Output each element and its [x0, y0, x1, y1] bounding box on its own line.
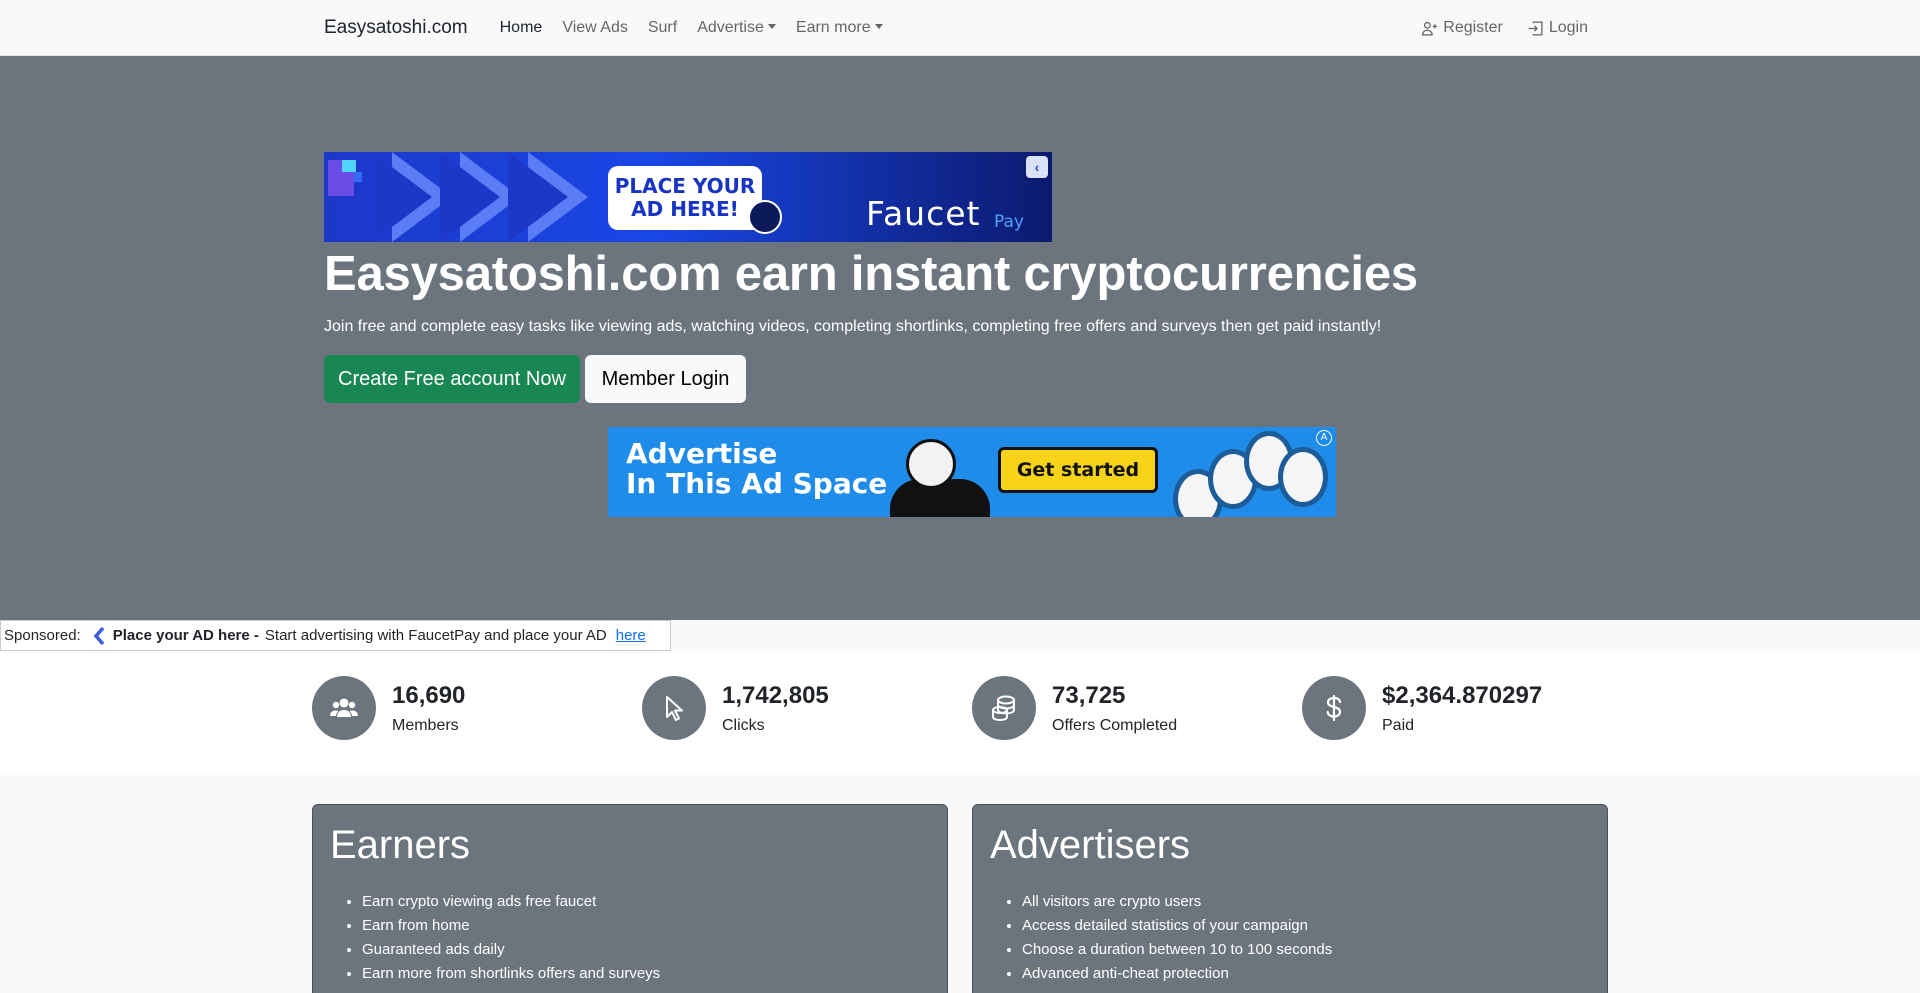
coin-icon: [1278, 447, 1328, 507]
earners-title: Earners: [330, 823, 471, 867]
list-item: Advanced anti-cheat protection: [1022, 962, 1590, 986]
list-item: Earn crypto viewing ads free faucet: [362, 890, 930, 914]
nav-surf[interactable]: Surf: [640, 11, 685, 45]
stat-members: 16,690 Members: [312, 676, 465, 740]
ad-choices-icon[interactable]: A: [1316, 430, 1332, 446]
list-item: Access detailed statistics of your campa…: [1022, 914, 1590, 938]
stat-value: 1,742,805: [722, 682, 829, 709]
sponsored-title: Place your AD here -: [112, 627, 259, 644]
faucetpay-icon: [93, 626, 105, 645]
chevron-shape: [508, 152, 568, 242]
sponsored-strip: Sponsored: Place your AD here - Start ad…: [0, 620, 671, 651]
hero-title: Easysatoshi.com earn instant cryptocurre…: [324, 247, 1418, 301]
place-your-ad-box: PLACE YOUR AD HERE!: [608, 166, 762, 230]
ad-choices-icon[interactable]: ‹: [1026, 156, 1048, 178]
member-login-button[interactable]: Member Login: [585, 355, 746, 403]
stat-label: Members: [392, 717, 459, 734]
users-icon: [330, 698, 358, 717]
stat-icon-circle: [312, 676, 376, 740]
brand-logo[interactable]: Easysatoshi.com: [324, 17, 468, 39]
list-item: Earn more from shortlinks offers and sur…: [362, 962, 930, 986]
logo-square: [354, 172, 362, 182]
hero-lead: Join free and complete easy tasks like v…: [324, 318, 1382, 335]
chevron-down-icon: [767, 24, 776, 29]
sponsored-link[interactable]: here: [616, 627, 646, 644]
stat-label: Paid: [1382, 717, 1415, 734]
list-item: Earn from home: [362, 914, 930, 938]
cursor-icon: [666, 696, 683, 721]
dollar-icon: [1326, 694, 1342, 722]
nav-advertise-dropdown[interactable]: Advertise: [689, 11, 784, 45]
sponsored-text: Start advertising with FaucetPay and pla…: [264, 627, 607, 644]
nav-home[interactable]: Home: [492, 11, 551, 45]
earners-list: Earn crypto viewing ads free faucet Earn…: [330, 890, 930, 986]
sponsored-prefix: Sponsored:: [4, 627, 81, 644]
person-head: [906, 439, 956, 489]
stat-clicks: 1,742,805 Clicks: [642, 676, 829, 740]
advertise-line-1: Advertise: [626, 437, 778, 470]
advertise-line-2: In This Ad Space: [626, 467, 888, 500]
stat-offers: 73,725 Offers Completed: [972, 676, 1177, 740]
nav-advertise-label: Advertise: [697, 19, 764, 36]
faucetpay-ad-banner[interactable]: PLACE YOUR AD HERE! Faucet Pay ‹: [324, 152, 1052, 242]
coins-icon: [992, 695, 1015, 722]
stat-value: $2,364.870297: [1382, 682, 1543, 709]
chevron-shape: [440, 152, 500, 242]
nav-earn-more-dropdown[interactable]: Earn more: [788, 11, 891, 45]
create-account-button[interactable]: Create Free account Now: [324, 355, 580, 403]
login-icon: [1528, 20, 1543, 36]
stat-value: 16,690: [392, 682, 466, 709]
user-plus-icon: [1422, 21, 1438, 36]
faucet-brand: Faucet: [866, 194, 981, 233]
earners-card: Earners Earn crypto viewing ads free fau…: [312, 804, 948, 993]
features-section: Earners Earn crypto viewing ads free fau…: [0, 775, 1920, 993]
stat-label: Offers Completed: [1052, 717, 1178, 734]
nav-earn-more-label: Earn more: [795, 19, 871, 36]
list-item: Guaranteed ads daily: [362, 938, 930, 962]
advertise-ad-banner[interactable]: Advertise In This Ad Space Get started A: [608, 427, 1336, 517]
logo-square: [342, 160, 356, 172]
stat-value: 73,725: [1052, 682, 1126, 709]
stat-icon-circle: [972, 676, 1036, 740]
stats-section: 16,690 Members 1,742,805 Clicks 73,725 O…: [0, 651, 1920, 775]
place-line-1: PLACE YOUR: [614, 174, 756, 198]
place-line-2: AD HERE!: [631, 197, 739, 221]
advertisers-list: All visitors are crypto users Access det…: [990, 890, 1590, 986]
register-label: Register: [1443, 19, 1503, 36]
hero-section: PLACE YOUR AD HERE! Faucet Pay ‹ Easysat…: [0, 56, 1920, 620]
chevron-down-icon: [874, 24, 883, 29]
pay-brand: Pay: [994, 212, 1024, 232]
list-item: All visitors are crypto users: [1022, 890, 1590, 914]
stat-label: Clicks: [722, 717, 765, 734]
cursor-icon: [748, 200, 782, 234]
advertisers-title: Advertisers: [990, 823, 1191, 867]
advertisers-card: Advertisers All visitors are crypto user…: [972, 804, 1608, 993]
get-started-button[interactable]: Get started: [998, 447, 1158, 493]
stat-icon-circle: [1302, 676, 1366, 740]
register-link[interactable]: Register: [1413, 11, 1511, 45]
stat-icon-circle: [642, 676, 706, 740]
login-link[interactable]: Login: [1519, 11, 1596, 45]
login-label: Login: [1548, 19, 1588, 36]
nav-auth: Register Login: [1413, 11, 1596, 45]
nav-view-ads[interactable]: View Ads: [554, 11, 636, 45]
list-item: Choose a duration between 10 to 100 seco…: [1022, 938, 1590, 962]
chevron-shape: [372, 152, 432, 242]
navbar: Easysatoshi.com Home View Ads Surf Adver…: [0, 0, 1920, 56]
nav-links: Home View Ads Surf Advertise Earn more: [492, 11, 891, 45]
stat-paid: $2,364.870297 Paid: [1302, 676, 1542, 740]
advertise-text: Advertise In This Ad Space: [626, 439, 887, 499]
